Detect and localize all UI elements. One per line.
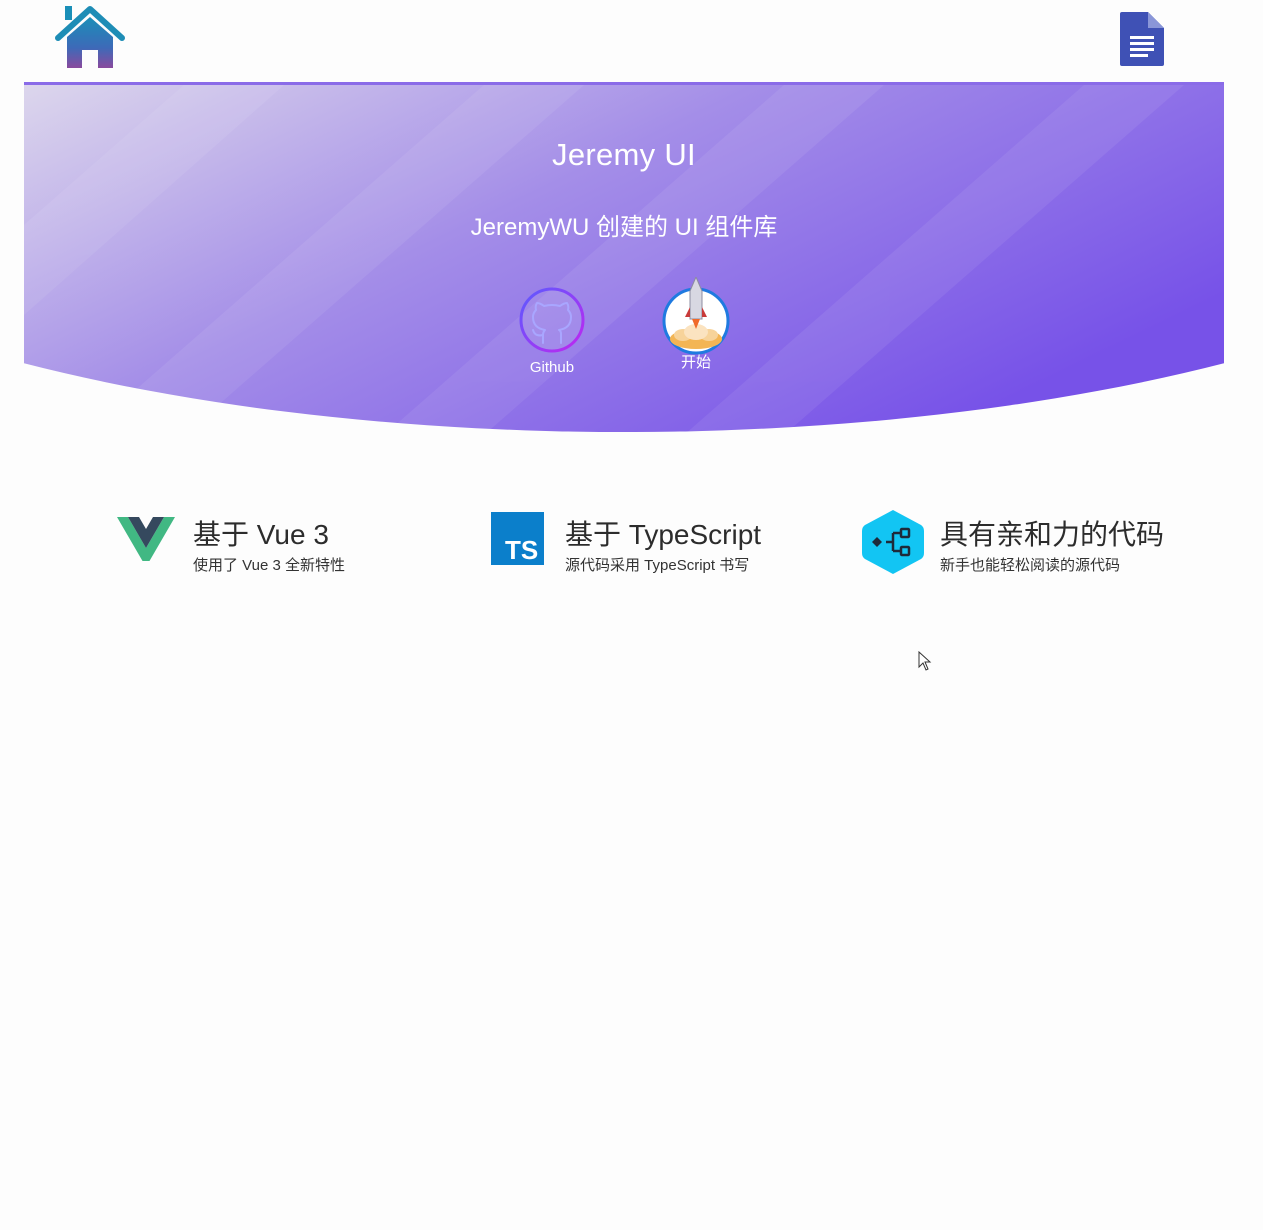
home-link[interactable] — [55, 4, 125, 70]
start-button[interactable]: 开始 — [651, 277, 741, 372]
feature-desc: 源代码采用 TypeScript 书写 — [565, 557, 750, 574]
start-label: 开始 — [680, 354, 711, 371]
github-icon — [519, 287, 585, 353]
vue-logo-icon — [117, 517, 175, 561]
top-nav — [0, 0, 1263, 82]
mouse-cursor-icon — [918, 651, 932, 671]
banner-title: Jeremy UI — [552, 137, 696, 172]
feature-desc: 新手也能轻松阅读的源代码 — [940, 557, 1121, 574]
banner-subtitle: JeremyWU 创建的 UI 组件库 — [470, 214, 778, 241]
hero-banner: Jeremy UI JeremyWU 创建的 UI 组件库 Github 开始 — [24, 82, 1224, 432]
document-icon — [1120, 12, 1164, 66]
home-icon — [55, 6, 125, 68]
svg-text:TS: TS — [505, 535, 538, 565]
feature-desc: 使用了 Vue 3 全新特性 — [193, 557, 345, 574]
code-structure-icon — [862, 510, 924, 574]
features-section: 基于 Vue 3 使用了 Vue 3 全新特性 TS 基于 TypeScript… — [0, 505, 1263, 595]
feature-title: 基于 TypeScript — [565, 519, 762, 550]
github-label: Github — [529, 359, 575, 376]
feature-title: 具有亲和力的代码 — [940, 519, 1165, 550]
feature-title: 基于 Vue 3 — [193, 519, 329, 550]
github-button[interactable]: Github — [507, 285, 597, 376]
docs-link[interactable] — [1118, 10, 1166, 68]
typescript-logo-icon: TS — [491, 512, 544, 565]
rocket-icon — [662, 277, 730, 355]
